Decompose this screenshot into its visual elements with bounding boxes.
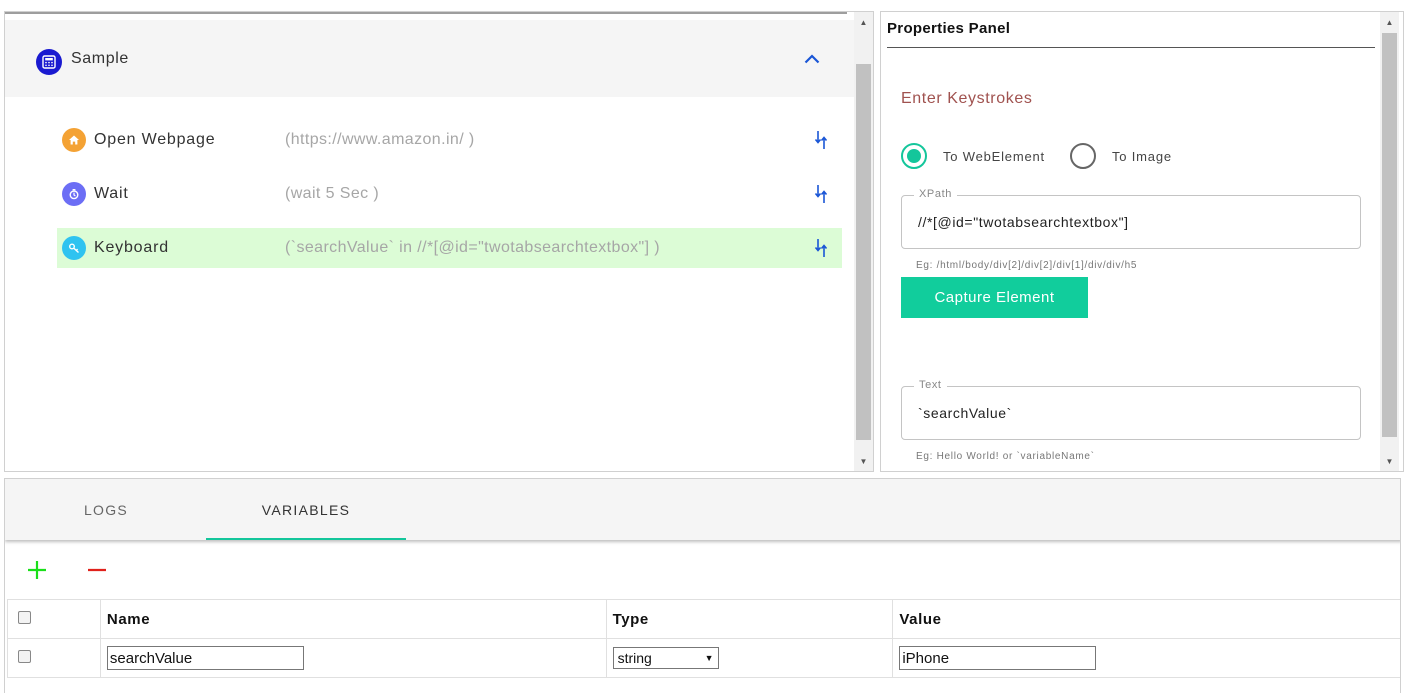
bottom-panel: LOGS VARIABLES Name Type Value searchVal…	[4, 478, 1401, 693]
timer-icon	[62, 182, 86, 206]
properties-panel: Properties Panel Enter Keystrokes To Web…	[880, 11, 1404, 472]
panel-title: Properties Panel	[887, 20, 1011, 37]
panel-top-border	[5, 12, 847, 14]
step-name: Wait	[94, 185, 129, 202]
radio-unchecked-icon[interactable]	[1070, 143, 1096, 169]
text-field[interactable]: Text `searchValue`	[901, 379, 1361, 440]
minus-icon	[88, 568, 106, 572]
workflow-header[interactable]	[5, 20, 854, 97]
column-header-value: Value	[892, 599, 1400, 639]
divider	[887, 47, 1375, 48]
scroll-up-icon[interactable]: ▲	[854, 14, 873, 30]
step-detail: (wait 5 Sec )	[285, 185, 380, 202]
step-detail: (https://www.amazon.in/ )	[285, 131, 475, 148]
radio-checked-icon[interactable]	[901, 143, 927, 169]
scroll-up-icon[interactable]: ▲	[1380, 14, 1399, 30]
radio-label: To Image	[1112, 148, 1172, 164]
name-cell: searchValue	[99, 638, 607, 678]
reorder-icon[interactable]	[809, 236, 833, 260]
text-helper-text: Eg: Hello World! or `variableName`	[916, 451, 1095, 462]
xpath-field[interactable]: XPath //*[@id="twotabsearchtextbox"]	[901, 188, 1361, 249]
reorder-icon[interactable]	[809, 128, 833, 152]
step-detail: (`searchValue` in //*[@id="twotabsearcht…	[285, 239, 661, 256]
table-row: searchValue string ▼ iPhone	[7, 638, 1400, 678]
table-header-row: Name Type Value	[7, 599, 1400, 639]
step-open-webpage[interactable]: Open Webpage (https://www.amazon.in/ )	[57, 120, 842, 160]
radio-to-image[interactable]: To Image	[1070, 143, 1172, 169]
home-icon	[62, 128, 86, 152]
text-value[interactable]: `searchValue`	[918, 405, 1012, 421]
scroll-thumb[interactable]	[856, 64, 871, 440]
type-cell: string ▼	[605, 638, 894, 678]
step-keyboard[interactable]: Keyboard (`searchValue` in //*[@id="twot…	[57, 228, 842, 268]
row-checkbox[interactable]	[18, 649, 31, 663]
select-all-cell	[7, 599, 101, 639]
value-cell: iPhone	[892, 638, 1400, 678]
workflow-scrollbar[interactable]: ▲ ▼	[854, 12, 873, 471]
select-all-checkbox[interactable]	[18, 610, 31, 624]
plus-icon	[28, 561, 46, 579]
properties-scrollbar[interactable]: ▲ ▼	[1380, 12, 1399, 471]
xpath-label: XPath	[914, 188, 957, 200]
section-title: Enter Keystrokes	[901, 90, 1033, 107]
variable-name-input[interactable]: searchValue	[106, 646, 304, 670]
add-variable-button[interactable]	[25, 558, 49, 582]
step-name: Open Webpage	[94, 131, 216, 148]
text-label: Text	[914, 379, 947, 391]
dropdown-arrow-icon: ▼	[704, 653, 714, 663]
column-header-type: Type	[605, 599, 894, 639]
xpath-helper-text: Eg: /html/body/div[2]/div[2]/div[1]/div/…	[916, 260, 1138, 271]
step-name: Keyboard	[94, 239, 169, 256]
remove-variable-button[interactable]	[85, 558, 109, 582]
calculator-icon	[36, 49, 62, 75]
step-wait[interactable]: Wait (wait 5 Sec )	[57, 174, 842, 214]
capture-element-button[interactable]: Capture Element	[901, 277, 1088, 318]
key-icon	[62, 236, 86, 260]
tab-bar: LOGS VARIABLES	[5, 479, 1400, 540]
radio-label: To WebElement	[943, 148, 1045, 164]
reorder-icon[interactable]	[809, 182, 833, 206]
variable-value-input[interactable]: iPhone	[899, 646, 1097, 670]
tab-logs[interactable]: LOGS	[6, 479, 206, 540]
workflow-panel: Sample Open Webpage (https://www.amazon.…	[4, 11, 874, 472]
variable-type-select[interactable]: string ▼	[612, 647, 719, 669]
scroll-down-icon[interactable]: ▼	[854, 453, 873, 469]
column-header-name: Name	[99, 599, 607, 639]
scroll-down-icon[interactable]: ▼	[1380, 453, 1399, 469]
workflow-title: Sample	[71, 50, 129, 67]
radio-to-webelement[interactable]: To WebElement	[901, 143, 1045, 169]
row-select-cell	[7, 638, 101, 678]
scroll-thumb[interactable]	[1382, 33, 1397, 437]
variables-table: Name Type Value searchValue string ▼ iPh	[7, 599, 1400, 678]
chevron-up-icon[interactable]	[801, 48, 823, 70]
xpath-value[interactable]: //*[@id="twotabsearchtextbox"]	[918, 214, 1129, 230]
tab-variables[interactable]: VARIABLES	[206, 479, 406, 540]
variable-type-value: string	[617, 650, 652, 666]
